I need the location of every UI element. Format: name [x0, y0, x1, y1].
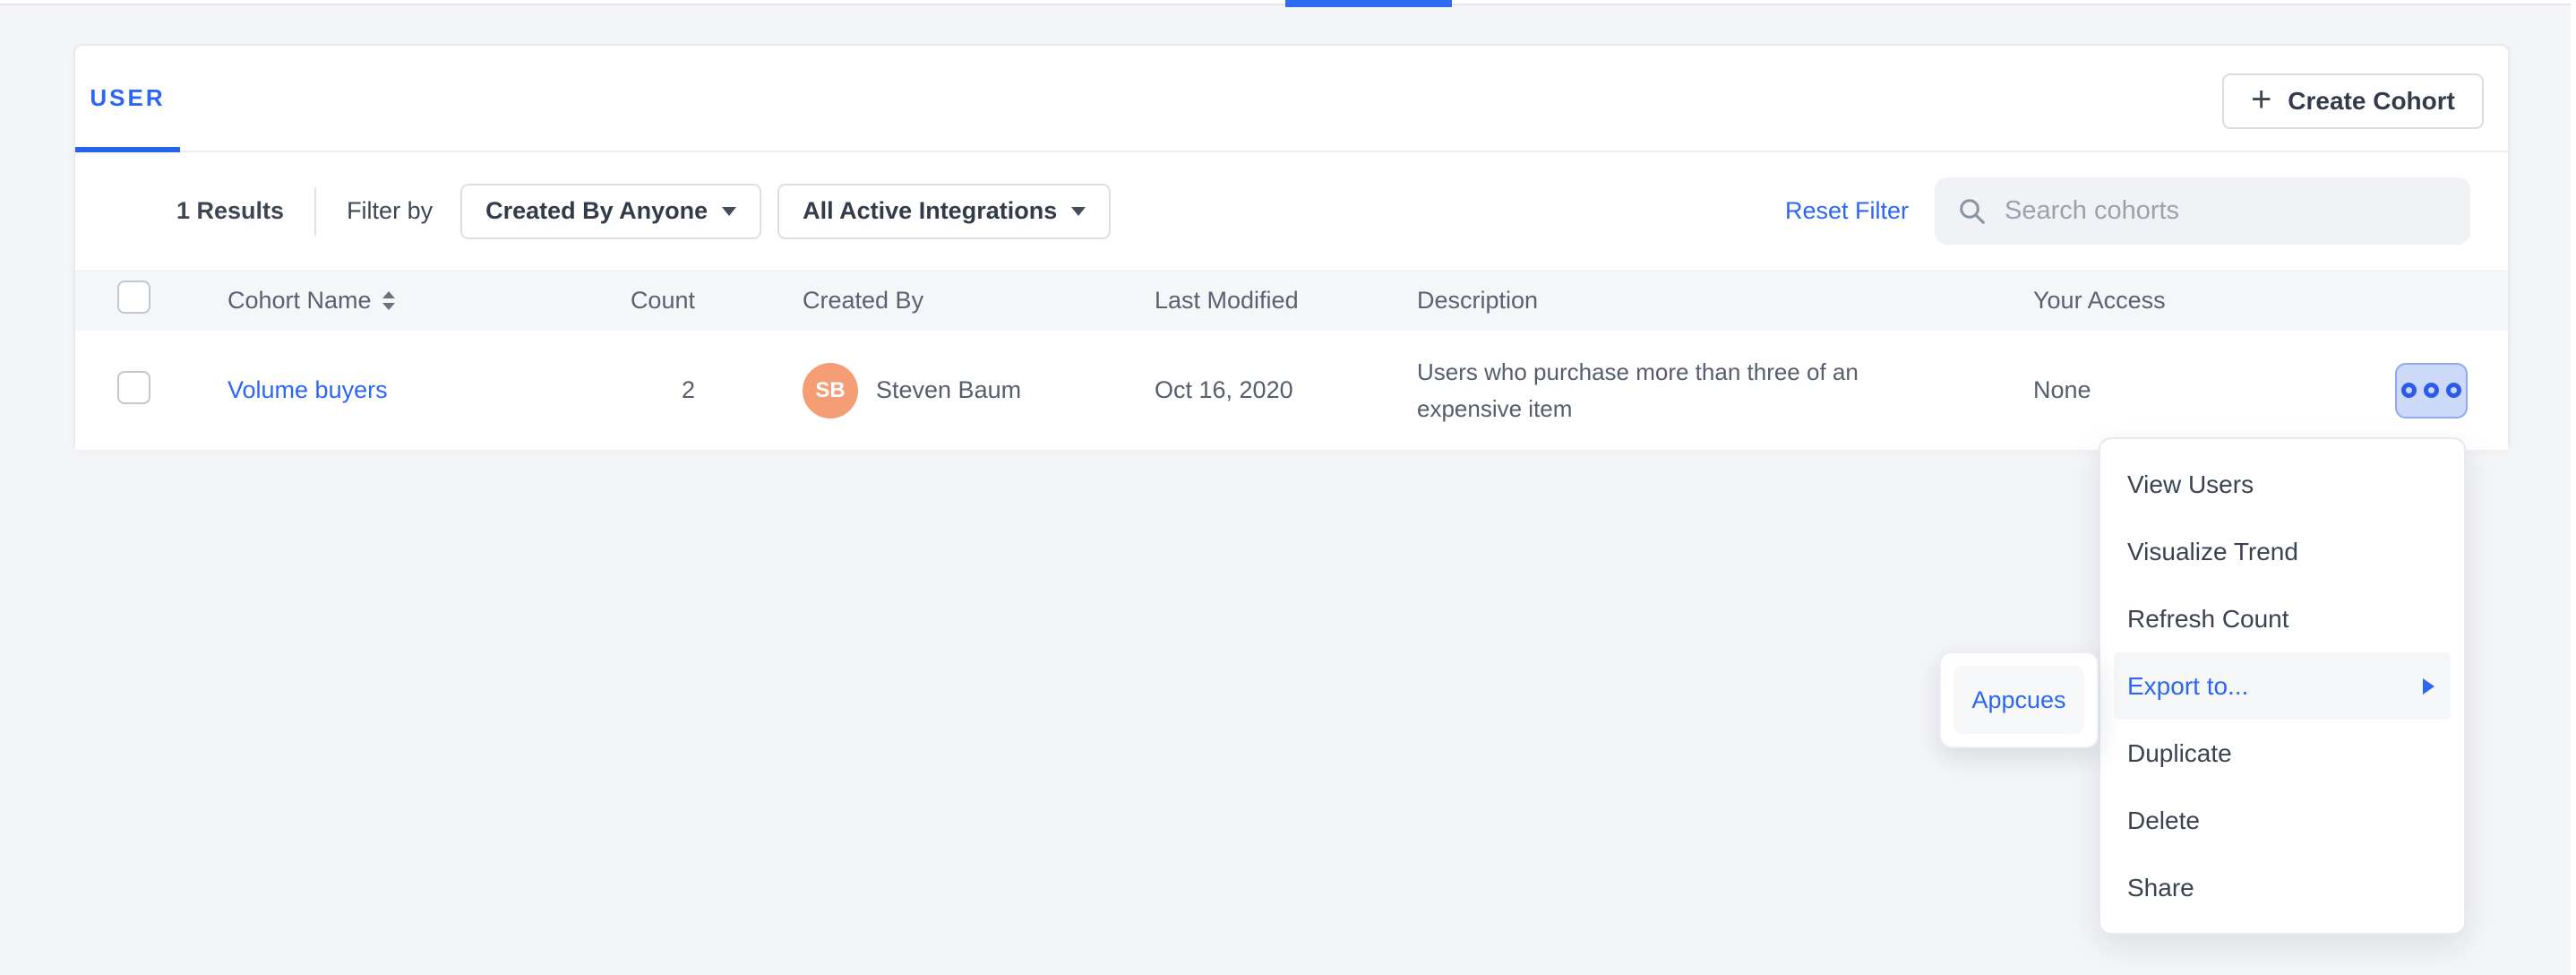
create-cohort-button[interactable]: + Create Cohort [2222, 73, 2484, 129]
table-row: Volume buyers 2 SB Steven Baum Oct 16, 2… [75, 331, 2508, 450]
select-all-checkbox[interactable] [117, 280, 150, 314]
table-header-row: Cohort Name Count Created By Last Modifi… [75, 270, 2508, 331]
header-cohort-name-label: Cohort Name [228, 287, 372, 315]
cohort-name-cell: Volume buyers [228, 376, 559, 404]
menu-item-view-users[interactable]: View Users [2100, 451, 2464, 518]
export-submenu: Appcues [1939, 651, 2099, 748]
header-last-modified: Last Modified [1155, 287, 1417, 315]
menu-item-export-to[interactable]: Export to... [2114, 652, 2451, 720]
results-count: 1 Results [176, 197, 284, 225]
tab-strip: USER + Create Cohort [75, 46, 2508, 152]
row-context-menu: View Users Visualize Trend Refresh Count… [2099, 437, 2466, 935]
search-box[interactable] [1935, 177, 2470, 245]
filter-bar: 1 Results Filter by Created By Anyone Al… [75, 152, 2508, 270]
filter-divider [314, 187, 316, 236]
right-edge-strip [2571, 0, 2576, 975]
menu-item-refresh-count[interactable]: Refresh Count [2100, 585, 2464, 652]
search-input[interactable] [2005, 196, 2449, 226]
sort-icon [382, 291, 395, 310]
menu-item-duplicate[interactable]: Duplicate [2100, 720, 2464, 787]
menu-item-delete[interactable]: Delete [2100, 787, 2464, 854]
cohort-name-link[interactable]: Volume buyers [228, 376, 388, 403]
header-count: Count [559, 287, 695, 315]
cohorts-page: USER + Create Cohort 1 Results Filter by… [0, 0, 2576, 975]
cohorts-card: USER + Create Cohort 1 Results Filter by… [73, 44, 2510, 450]
created-by-cell: SB Steven Baum [695, 363, 1155, 418]
more-actions-button[interactable] [2395, 363, 2468, 418]
created-by-name: Steven Baum [876, 376, 1021, 404]
active-top-tab-indicator[interactable] [1285, 0, 1452, 7]
integrations-dropdown-value: All Active Integrations [803, 197, 1057, 225]
header-your-access: Your Access [2033, 287, 2395, 315]
header-description: Description [1417, 287, 2033, 315]
create-cohort-label: Create Cohort [2288, 87, 2455, 116]
your-access-cell: None [2033, 376, 2395, 404]
submenu-item-appcues[interactable]: Appcues [1953, 666, 2084, 734]
avatar: SB [803, 363, 858, 418]
tab-active-underline [75, 147, 180, 152]
description-text: Users who purchase more than three of an… [1417, 354, 1919, 427]
header-cohort-name[interactable]: Cohort Name [228, 287, 559, 315]
chevron-down-icon [1071, 207, 1086, 216]
search-icon [1956, 195, 1988, 228]
plus-icon: + [2251, 82, 2271, 117]
integrations-dropdown[interactable]: All Active Integrations [777, 184, 1111, 239]
last-modified-cell: Oct 16, 2020 [1155, 376, 1417, 404]
count-cell: 2 [559, 376, 695, 404]
menu-item-share[interactable]: Share [2100, 854, 2464, 921]
header-checkbox-cell [117, 280, 228, 320]
created-by-dropdown[interactable]: Created By Anyone [460, 184, 761, 239]
created-by-dropdown-value: Created By Anyone [485, 197, 708, 225]
reset-filter-link[interactable]: Reset Filter [1785, 197, 1909, 225]
description-cell: Users who purchase more than three of an… [1417, 354, 2033, 427]
more-actions-dots [2401, 383, 2417, 398]
submenu-arrow-icon [2423, 678, 2434, 695]
actions-cell [2395, 363, 2469, 418]
menu-item-export-to-label: Export to... [2127, 672, 2248, 701]
filter-by-label: Filter by [347, 197, 433, 225]
top-nav-strip [0, 0, 2576, 5]
tab-user[interactable]: USER [75, 46, 180, 151]
chevron-down-icon [722, 207, 736, 216]
header-created-by: Created By [695, 287, 1155, 315]
row-checkbox-cell [117, 371, 228, 410]
menu-item-visualize-trend[interactable]: Visualize Trend [2100, 518, 2464, 585]
row-checkbox[interactable] [117, 371, 150, 404]
tab-user-label: USER [90, 84, 165, 112]
